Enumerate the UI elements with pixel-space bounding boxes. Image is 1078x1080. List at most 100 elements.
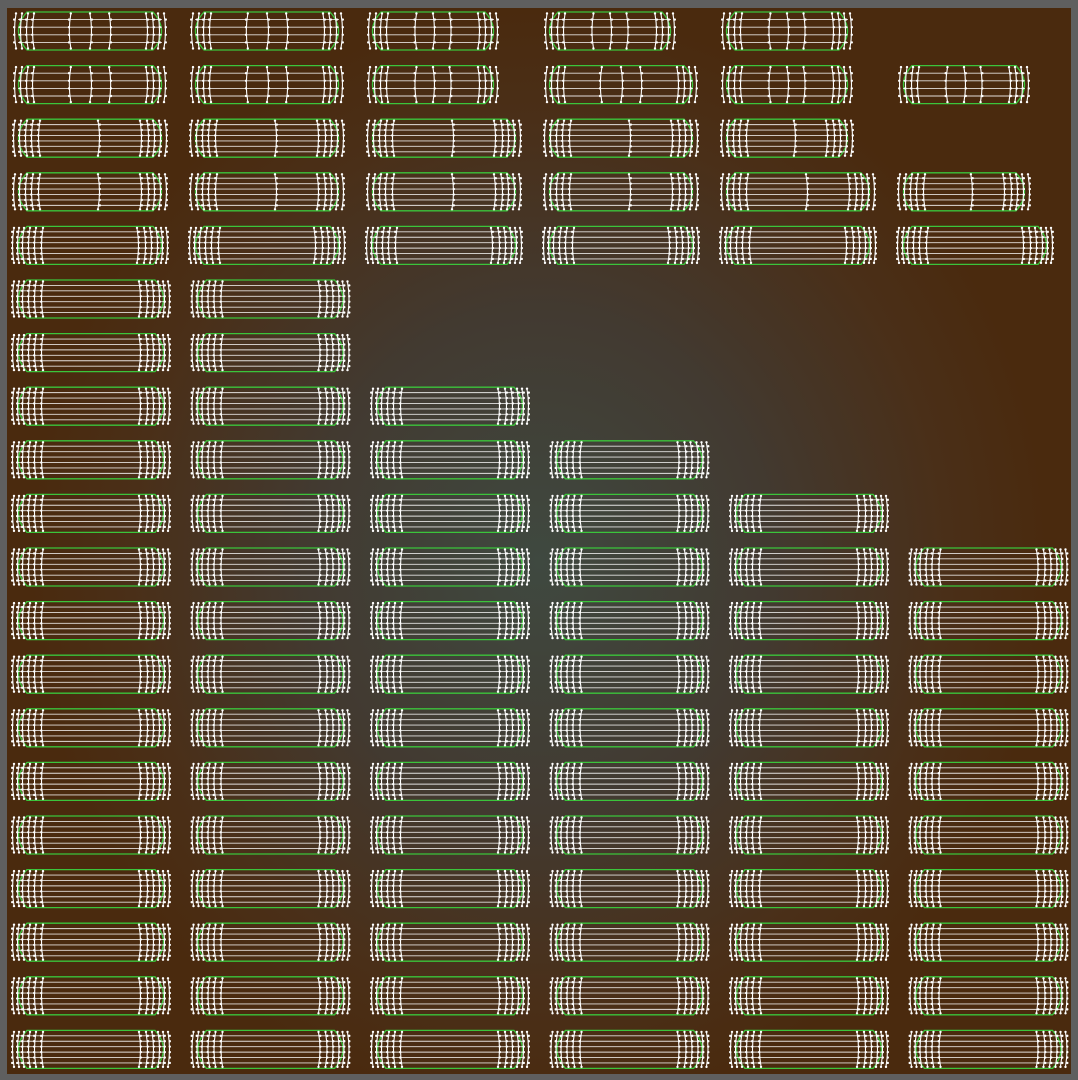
uv-vertex[interactable] [332, 300, 335, 303]
uv-vertex[interactable] [399, 407, 402, 411]
uv-vertex[interactable] [551, 65, 555, 69]
uv-vertex[interactable] [522, 504, 525, 507]
uv-vertex[interactable] [158, 18, 161, 21]
uv-vertex[interactable] [168, 455, 171, 459]
uv-vertex[interactable] [1035, 236, 1038, 239]
uv-vertex[interactable] [629, 139, 632, 143]
uv-vertex[interactable] [163, 552, 166, 555]
uv-vertex[interactable] [153, 193, 156, 196]
uv-vertex[interactable] [137, 387, 141, 390]
uv-vertex[interactable] [906, 236, 909, 239]
uv-vertex[interactable] [556, 441, 559, 444]
uv-vertex[interactable] [683, 87, 686, 90]
uv-vertex[interactable] [144, 368, 148, 372]
uv-vertex[interactable] [139, 343, 142, 346]
uv-vertex[interactable] [109, 72, 113, 75]
uv-vertex[interactable] [393, 422, 397, 425]
uv-vertex[interactable] [380, 407, 383, 411]
uv-vertex[interactable] [394, 257, 397, 261]
uv-vertex[interactable] [386, 47, 390, 50]
uv-vertex[interactable] [152, 563, 155, 566]
uv-vertex[interactable] [804, 79, 807, 82]
uv-vertex[interactable] [386, 402, 389, 405]
uv-vertex[interactable] [724, 246, 727, 250]
uv-vertex[interactable] [520, 529, 524, 533]
uv-vertex[interactable] [190, 41, 193, 44]
uv-vertex[interactable] [158, 26, 161, 29]
uv-vertex[interactable] [758, 509, 761, 512]
uv-vertex[interactable] [21, 246, 24, 250]
uv-vertex[interactable] [691, 514, 694, 518]
uv-vertex[interactable] [522, 573, 525, 577]
uv-vertex[interactable] [212, 343, 215, 346]
uv-vertex[interactable] [16, 300, 19, 303]
uv-vertex[interactable] [690, 123, 693, 126]
uv-vertex[interactable] [858, 236, 861, 239]
uv-vertex[interactable] [730, 494, 734, 498]
uv-vertex[interactable] [684, 134, 687, 137]
uv-vertex[interactable] [18, 187, 21, 191]
uv-vertex[interactable] [971, 187, 974, 191]
uv-vertex[interactable] [851, 145, 854, 148]
uv-vertex[interactable] [21, 579, 24, 582]
uv-vertex[interactable] [845, 139, 848, 143]
uv-vertex[interactable] [864, 252, 867, 255]
uv-vertex[interactable] [517, 520, 520, 523]
uv-vertex[interactable] [16, 450, 19, 453]
uv-vertex[interactable] [329, 41, 332, 44]
uv-vertex[interactable] [373, 41, 376, 44]
uv-vertex[interactable] [864, 230, 867, 234]
uv-vertex[interactable] [850, 26, 853, 29]
uv-vertex[interactable] [511, 461, 514, 464]
uv-vertex[interactable] [150, 583, 154, 586]
uv-vertex[interactable] [22, 333, 26, 337]
uv-vertex[interactable] [192, 494, 195, 498]
uv-vertex[interactable] [275, 177, 278, 180]
uv-vertex[interactable] [695, 476, 698, 479]
uv-vertex[interactable] [696, 182, 699, 185]
uv-vertex[interactable] [210, 252, 213, 255]
uv-vertex[interactable] [161, 246, 164, 250]
uv-vertex[interactable] [684, 187, 687, 191]
uv-vertex[interactable] [98, 198, 102, 202]
uv-vertex[interactable] [758, 525, 761, 529]
uv-vertex[interactable] [564, 236, 567, 239]
uv-vertex[interactable] [33, 498, 36, 502]
uv-vertex[interactable] [527, 455, 530, 459]
uv-vertex[interactable] [545, 12, 549, 15]
uv-vertex[interactable] [735, 236, 738, 239]
uv-vertex[interactable] [903, 177, 906, 180]
uv-vertex[interactable] [336, 187, 339, 191]
uv-vertex[interactable] [721, 119, 725, 122]
uv-vertex[interactable] [146, 450, 149, 453]
uv-vertex[interactable] [492, 173, 496, 176]
uv-vertex[interactable] [338, 568, 341, 571]
uv-vertex[interactable] [336, 198, 339, 202]
uv-vertex[interactable] [556, 72, 559, 75]
uv-vertex[interactable] [855, 187, 858, 191]
uv-vertex[interactable] [21, 455, 24, 459]
uv-vertex[interactable] [336, 204, 339, 207]
uv-vertex[interactable] [190, 289, 193, 293]
uv-vertex[interactable] [190, 337, 193, 341]
uv-vertex[interactable] [565, 466, 568, 470]
uv-vertex[interactable] [551, 47, 555, 50]
uv-vertex[interactable] [348, 445, 351, 448]
uv-vertex[interactable] [376, 226, 380, 230]
uv-island[interactable] [549, 547, 710, 587]
uv-vertex[interactable] [190, 472, 193, 475]
uv-vertex[interactable] [578, 520, 581, 523]
uv-vertex[interactable] [147, 134, 150, 137]
uv-vertex[interactable] [678, 150, 681, 153]
uv-vertex[interactable] [158, 33, 161, 36]
uv-vertex[interactable] [1010, 193, 1013, 196]
uv-vertex[interactable] [452, 187, 455, 191]
uv-vertex[interactable] [853, 173, 857, 176]
uv-vertex[interactable] [146, 552, 149, 555]
uv-vertex[interactable] [69, 12, 72, 15]
uv-vertex[interactable] [909, 177, 912, 180]
uv-vertex[interactable] [1003, 198, 1006, 202]
uv-vertex[interactable] [368, 100, 372, 104]
uv-vertex[interactable] [867, 261, 871, 265]
uv-vertex[interactable] [165, 177, 168, 180]
